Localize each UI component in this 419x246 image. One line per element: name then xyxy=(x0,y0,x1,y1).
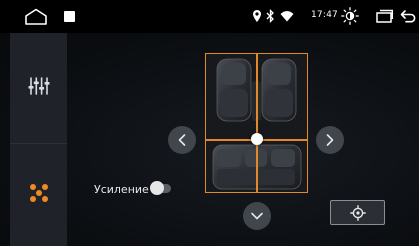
sidebar-item-balance[interactable] xyxy=(10,168,67,218)
recent-apps-icon[interactable] xyxy=(376,9,394,23)
bluetooth-icon xyxy=(266,9,274,23)
square-icon xyxy=(64,11,75,22)
center-reset-button[interactable] xyxy=(330,200,385,225)
balance-fader-handle[interactable] xyxy=(251,133,263,145)
balance-fader-icon xyxy=(29,184,48,202)
status-bar: 17:47 xyxy=(0,0,419,33)
sidebar-item-equalizer[interactable] xyxy=(10,61,67,111)
chevron-down-icon xyxy=(251,212,263,220)
chevron-left-icon xyxy=(178,134,186,146)
wifi-icon xyxy=(280,11,294,22)
fader-rear-button[interactable] xyxy=(243,202,271,230)
back-icon[interactable] xyxy=(400,9,416,23)
balance-left-button[interactable] xyxy=(168,126,196,154)
brightness-icon[interactable] xyxy=(341,7,359,25)
sidebar-divider xyxy=(10,143,67,144)
balance-vertical-line xyxy=(256,53,258,193)
loudness-toggle-knob[interactable] xyxy=(150,181,164,195)
equalizer-icon xyxy=(28,77,49,95)
chevron-right-icon xyxy=(326,134,334,146)
balance-right-button[interactable] xyxy=(316,126,344,154)
loudness-label: Усиление xyxy=(94,183,149,196)
location-icon xyxy=(253,10,261,22)
home-icon[interactable] xyxy=(24,8,48,25)
crosshair-icon xyxy=(349,204,366,221)
status-time: 17:47 xyxy=(311,10,338,20)
